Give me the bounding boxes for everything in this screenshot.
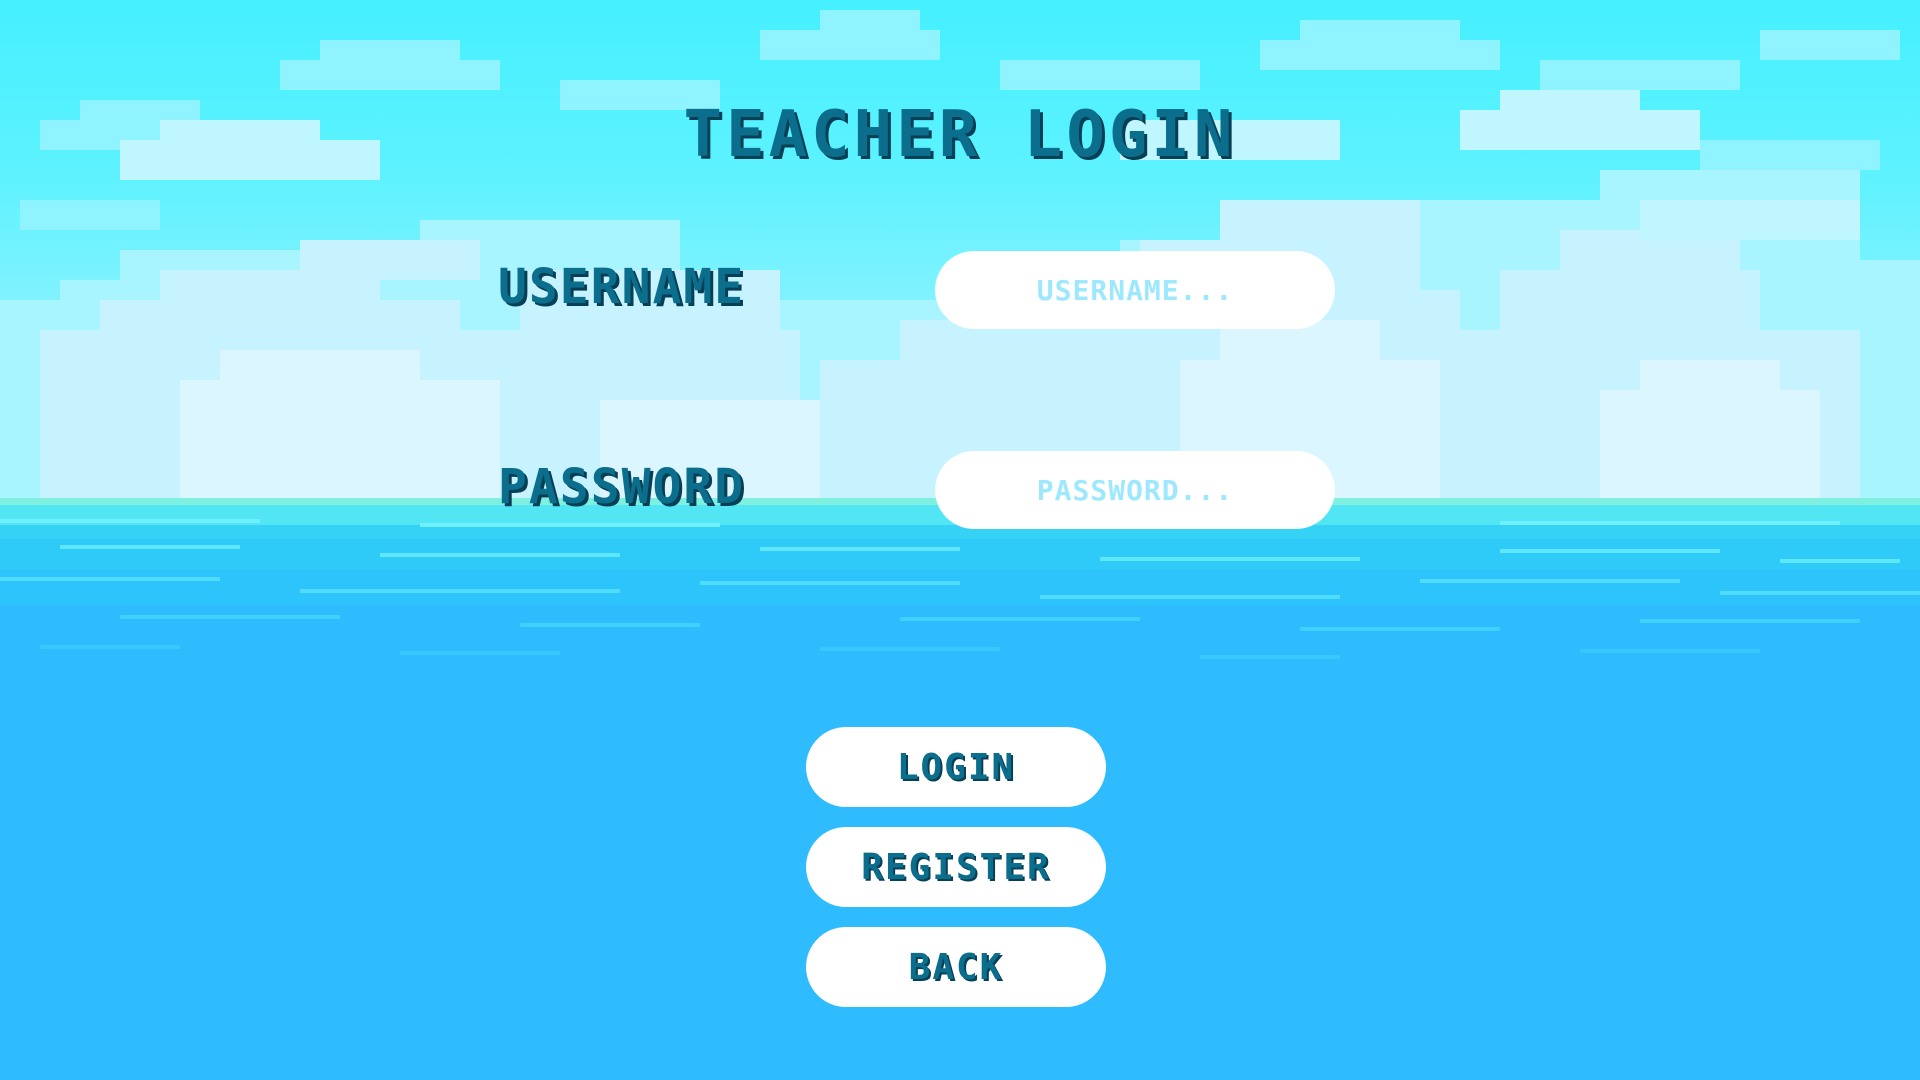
password-input[interactable]	[935, 451, 1335, 529]
back-button[interactable]: BACK	[806, 927, 1106, 1007]
page-title: TEACHER LOGIN	[683, 98, 1237, 172]
login-button[interactable]: LOGIN	[806, 727, 1106, 807]
username-input[interactable]	[935, 251, 1335, 329]
username-label: USERNAME	[498, 259, 746, 315]
password-label: PASSWORD	[498, 459, 746, 515]
register-button[interactable]: REGISTER	[806, 827, 1106, 907]
game-scene: TEACHER LOGIN USERNAME PASSWORD LOGIN RE…	[0, 0, 1920, 1080]
